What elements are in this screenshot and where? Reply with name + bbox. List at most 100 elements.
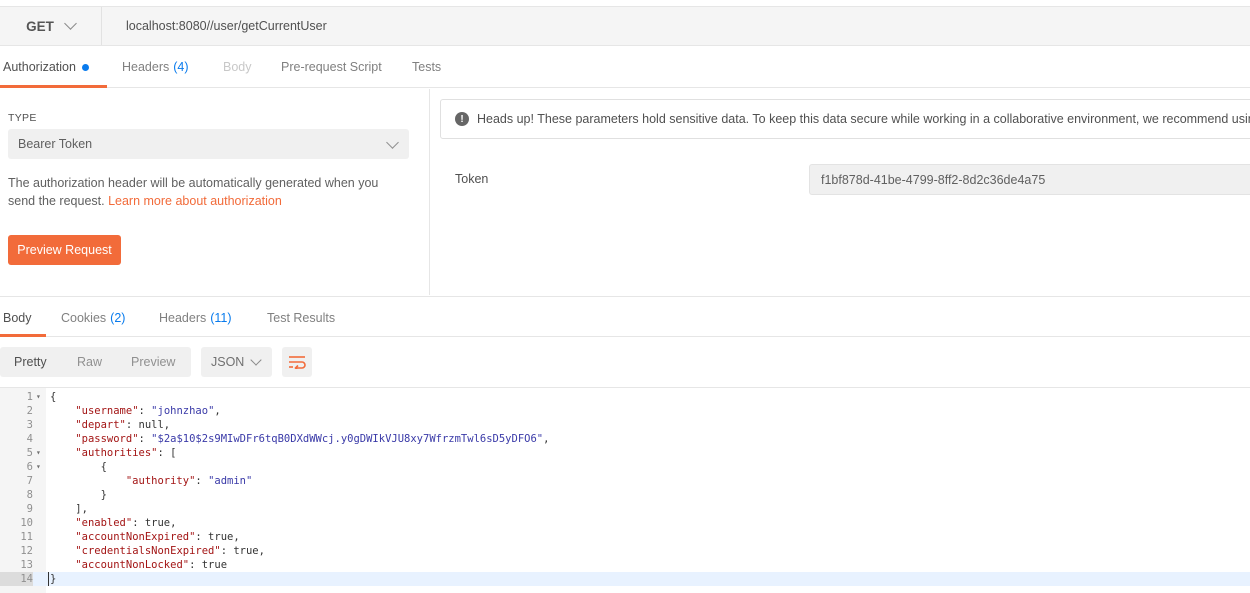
code-text: "accountNonLocked": true bbox=[75, 559, 228, 571]
fold-toggle-icon[interactable]: ▾ bbox=[36, 446, 41, 460]
chevron-down-icon bbox=[64, 17, 77, 30]
tab-label: Cookies bbox=[61, 310, 107, 325]
code-text: } bbox=[50, 573, 57, 585]
code-text: "depart": null, bbox=[75, 419, 171, 431]
tab-body[interactable]: Body bbox=[223, 46, 252, 88]
code-line: 11 "accountNonExpired": true, bbox=[0, 530, 1250, 544]
tab-label: Authorization bbox=[3, 60, 76, 74]
sensitive-data-notice: ! Heads up! These parameters hold sensit… bbox=[440, 99, 1250, 139]
code-line: 13 "accountNonLocked": true bbox=[0, 558, 1250, 572]
request-tabs: Authorization Headers (4) Body Pre-reques… bbox=[0, 46, 1250, 88]
line-number: 13 bbox=[20, 559, 33, 571]
language-value: JSON bbox=[211, 355, 245, 369]
wrap-lines-icon bbox=[289, 356, 306, 369]
auth-type-value: Bearer Token bbox=[18, 137, 93, 151]
tab-count: (4) bbox=[173, 60, 189, 74]
tab-label: Body bbox=[3, 310, 32, 325]
modified-indicator-icon bbox=[81, 63, 89, 71]
line-number: 8 bbox=[26, 489, 33, 501]
tab-label: Pre-request Script bbox=[281, 60, 382, 74]
response-tabs: Body Cookies (2) Headers (11) Test Results bbox=[0, 296, 1250, 337]
line-number: 7 bbox=[26, 475, 33, 487]
line-number: 4 bbox=[26, 433, 33, 445]
code-line: 2 "username": "johnzhao", bbox=[0, 404, 1250, 418]
tab-authorization[interactable]: Authorization bbox=[3, 46, 89, 88]
code-text: "username": "johnzhao", bbox=[75, 405, 221, 417]
tab-count: (11) bbox=[210, 310, 232, 325]
tab-label: Tests bbox=[412, 60, 442, 74]
code-line: 4 "password": "$2a$10$2s9MIwDFr6tqB0DXdW… bbox=[0, 432, 1250, 446]
code-line: 5 ▾ "authorities": [ bbox=[0, 446, 1250, 460]
code-line: 8 } bbox=[0, 488, 1250, 502]
tab-headers[interactable]: Headers (4) bbox=[122, 46, 189, 88]
active-tab-underline bbox=[0, 334, 46, 337]
response-body-editor[interactable]: 1 ▾{2 "username": "johnzhao", 3 "depart": … bbox=[0, 387, 1250, 593]
token-label: Token bbox=[455, 172, 489, 186]
code-line: 6 ▾ { bbox=[0, 460, 1250, 474]
tab-count: (2) bbox=[110, 310, 126, 325]
code-line: 7 "authority": "admin" bbox=[0, 474, 1250, 488]
code-line: 9 ], bbox=[0, 502, 1250, 516]
chevron-down-icon bbox=[250, 354, 262, 366]
code-line: 10 "enabled": true, bbox=[0, 516, 1250, 530]
code-line: 12 "credentialsNonExpired": true, bbox=[0, 544, 1250, 558]
line-number: 9 bbox=[26, 503, 33, 515]
info-icon: ! bbox=[455, 112, 469, 126]
method-label: GET bbox=[26, 18, 54, 34]
tab-response-headers[interactable]: Headers (11) bbox=[159, 297, 232, 338]
tab-pre-request-script[interactable]: Pre-request Script bbox=[281, 46, 382, 88]
line-number: 11 bbox=[20, 531, 33, 543]
notice-text: Heads up! These parameters hold sensitiv… bbox=[477, 112, 1250, 126]
code-line: 1 ▾ { bbox=[0, 390, 1250, 404]
preview-option[interactable]: Preview bbox=[131, 347, 175, 377]
line-number: 1 bbox=[26, 391, 33, 403]
tab-tests[interactable]: Tests bbox=[412, 46, 441, 88]
code-text: "authorities": [ bbox=[75, 447, 177, 459]
tab-label: Headers bbox=[122, 60, 170, 74]
raw-option[interactable]: Raw bbox=[77, 347, 102, 377]
token-input[interactable] bbox=[809, 164, 1250, 195]
view-mode-toggle: Pretty Raw Preview bbox=[0, 347, 191, 377]
line-number: 2 bbox=[26, 405, 33, 417]
code-line: 14} bbox=[0, 572, 1250, 586]
tab-label: Body bbox=[223, 60, 252, 74]
code-line: 3 "depart": null, bbox=[0, 418, 1250, 432]
fold-toggle-icon[interactable]: ▾ bbox=[36, 460, 41, 474]
text-cursor bbox=[48, 572, 49, 586]
line-number: 10 bbox=[20, 517, 33, 529]
fold-toggle-icon[interactable]: ▾ bbox=[36, 390, 41, 404]
wrap-lines-button[interactable] bbox=[282, 347, 312, 377]
type-label: TYPE bbox=[8, 112, 37, 124]
code-text: { bbox=[50, 461, 107, 473]
url-bar: GET localhost:8080//user/getCurrentUser bbox=[0, 6, 1250, 46]
tab-cookies[interactable]: Cookies (2) bbox=[61, 297, 125, 338]
tab-label: Test Results bbox=[267, 310, 336, 325]
line-number: 5 bbox=[26, 447, 33, 459]
code-text: "password": "$2a$10$2s9MIwDFr6tqB0DXdWWc… bbox=[75, 433, 550, 445]
line-number: 3 bbox=[26, 419, 33, 431]
active-tab-underline bbox=[0, 85, 107, 88]
auth-description: The authorization header will be automat… bbox=[8, 174, 408, 210]
preview-request-button[interactable]: Preview Request bbox=[8, 235, 121, 265]
tab-label: Headers bbox=[159, 310, 207, 325]
language-select[interactable]: JSON bbox=[201, 347, 272, 377]
url-input[interactable]: localhost:8080//user/getCurrentUser bbox=[126, 7, 327, 45]
chevron-down-icon bbox=[386, 136, 399, 149]
tab-response-body[interactable]: Body bbox=[3, 297, 32, 338]
code-text: "authority": "admin" bbox=[125, 475, 253, 487]
code-text: { bbox=[50, 391, 57, 403]
learn-more-link[interactable]: Learn more about authorization bbox=[108, 194, 282, 208]
code-text: "credentialsNonExpired": true, bbox=[75, 545, 265, 557]
auth-type-select[interactable]: Bearer Token bbox=[8, 129, 409, 159]
code-text: "enabled": true, bbox=[75, 517, 177, 529]
auth-type-panel: TYPE Bearer Token The authorization head… bbox=[0, 89, 430, 295]
pretty-option[interactable]: Pretty bbox=[14, 347, 47, 377]
line-number: 6 bbox=[26, 461, 33, 473]
code-text: } bbox=[50, 489, 107, 501]
line-number: 12 bbox=[20, 545, 33, 557]
tab-test-results[interactable]: Test Results bbox=[267, 297, 335, 338]
code-text: ], bbox=[50, 503, 88, 515]
code-text: "accountNonExpired": true, bbox=[75, 531, 240, 543]
line-number: 14 bbox=[0, 572, 33, 586]
method-select[interactable]: GET bbox=[0, 7, 102, 45]
